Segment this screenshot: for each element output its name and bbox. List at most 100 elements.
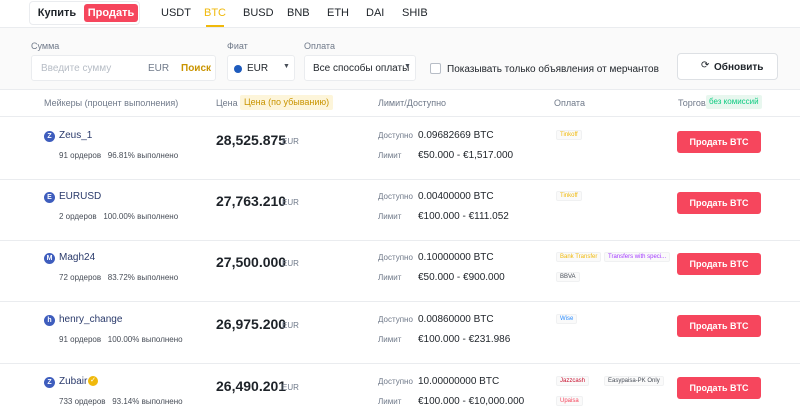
tab-btc[interactable]: BTC xyxy=(204,7,226,27)
price-currency: EUR xyxy=(282,137,299,146)
sell-btc-button[interactable]: Продать BTC xyxy=(677,253,761,275)
completion-rate: 100.00% выполнено xyxy=(107,335,183,344)
merchant-stats: 2 ордеров 100.00% выполнено xyxy=(59,212,178,221)
merchant-name[interactable]: Magh24 xyxy=(59,252,95,263)
table-row: M Magh24 72 ордеров 83.72% выполнено 27,500… xyxy=(0,240,800,302)
price-sort-badge[interactable]: Цена (по убыванию) xyxy=(240,95,334,110)
refresh-button[interactable]: ⟳ Обновить xyxy=(677,53,778,80)
chevron-down-icon: ▼ xyxy=(283,63,290,70)
available-label: Доступно xyxy=(378,315,413,324)
orders-count: 733 ордеров xyxy=(59,397,106,406)
sell-tab[interactable]: Продать xyxy=(84,4,138,22)
buy-sell-toggle: Купить Продать xyxy=(29,1,140,25)
chevron-down-icon: ▼ xyxy=(404,63,411,70)
amount-label: Сумма xyxy=(31,41,60,51)
verified-badge-icon: ✓ xyxy=(88,376,98,386)
completion-rate: 83.72% выполнено xyxy=(107,273,179,282)
table-row: E EURUSD 2 ордеров 100.00% выполнено 27,763… xyxy=(0,179,800,241)
refresh-icon: ⟳ xyxy=(701,60,710,71)
merchant-stats: 72 ордеров 83.72% выполнено xyxy=(59,273,178,282)
limit-label: Лимит xyxy=(378,212,402,221)
merchant-stats: 91 ордеров 96.81% выполнено xyxy=(59,151,178,160)
price-currency: EUR xyxy=(282,259,299,268)
merchant-name[interactable]: Zubair xyxy=(59,376,87,387)
payment-select[interactable]: Все способы оплаты ▼ xyxy=(304,55,416,81)
avatar[interactable]: Z xyxy=(44,377,55,388)
price-value: 27,500.000 xyxy=(216,254,287,270)
avatar[interactable]: M xyxy=(44,253,55,264)
limit-label: Лимит xyxy=(378,397,402,406)
payment-method-tag: Upaisa xyxy=(556,396,583,406)
price-value: 27,763.210 xyxy=(216,193,287,209)
amount-input[interactable]: Введите сумму EUR Поиск xyxy=(31,55,216,81)
makers-header: Мейкеры (процент выполнения) xyxy=(44,98,179,108)
orders-count: 91 ордеров xyxy=(59,151,102,160)
payment-method-tag: Tinkoff xyxy=(556,191,582,201)
search-button[interactable]: Поиск xyxy=(181,63,211,74)
limit-header: Лимит/Доступно xyxy=(378,98,447,108)
merchant-name[interactable]: henry_change xyxy=(59,314,122,325)
merchants-only-checkbox[interactable] xyxy=(430,63,441,74)
tab-shib[interactable]: SHIB xyxy=(402,7,428,19)
payment-method-tag: Jazzcash xyxy=(556,376,590,386)
avatar[interactable]: h xyxy=(44,315,55,326)
limit-value: €100.000 - €231.986 xyxy=(418,334,511,345)
sell-btc-button[interactable]: Продать BTC xyxy=(677,315,761,337)
price-value: 26,490.201 xyxy=(216,378,287,394)
fiat-select[interactable]: EUR ▼ xyxy=(227,55,295,81)
tab-dai[interactable]: DAI xyxy=(366,7,384,19)
price-currency: EUR xyxy=(282,198,299,207)
sell-btc-button[interactable]: Продать BTC xyxy=(677,377,761,399)
merchant-name[interactable]: EURUSD xyxy=(59,191,101,202)
available-value: 0.00400000 BTC xyxy=(418,191,494,202)
payment-method-tag: Transfers with speci... xyxy=(604,252,671,262)
sell-btc-button[interactable]: Продать BTC xyxy=(677,131,761,153)
limit-label: Лимит xyxy=(378,151,402,160)
table-header: Мейкеры (процент выполнения) Цена Цена (… xyxy=(0,90,800,117)
available-value: 0.00860000 BTC xyxy=(418,314,494,325)
payment-value: Все способы оплаты xyxy=(313,63,410,74)
avatar[interactable]: E xyxy=(44,192,55,203)
limit-value: €50.000 - €900.000 xyxy=(418,272,505,283)
no-fee-badge: без комиссий xyxy=(706,95,762,109)
limit-label: Лимит xyxy=(378,273,402,282)
payment-method-tag: Tinkoff xyxy=(556,130,582,140)
sell-btc-button[interactable]: Продать BTC xyxy=(677,192,761,214)
available-value: 10.00000000 BTC xyxy=(418,376,500,387)
limit-label: Лимит xyxy=(378,335,402,344)
price-value: 28,525.875 xyxy=(216,132,287,148)
available-label: Доступно xyxy=(378,253,413,262)
euro-flag-icon xyxy=(234,65,242,73)
orders-count: 91 ордеров xyxy=(59,335,102,344)
buy-tab[interactable]: Купить xyxy=(32,4,82,22)
price-value: 26,975.200 xyxy=(216,316,287,332)
payment-method-tag: Bank Transfer xyxy=(556,252,602,262)
limit-value: €100.000 - €10,000.000 xyxy=(418,396,525,407)
refresh-label: Обновить xyxy=(714,62,764,73)
tab-bnb[interactable]: BNB xyxy=(287,7,310,19)
completion-rate: 96.81% выполнено xyxy=(107,151,179,160)
payment-method-tag: Easypaisa-PK Only xyxy=(604,376,664,386)
payment-method-tag: Wise xyxy=(556,314,578,324)
orders-count: 72 ордеров xyxy=(59,273,102,282)
fiat-value: EUR xyxy=(247,63,269,74)
filters-panel: Сумма Введите сумму EUR Поиск Фиат EUR ▼… xyxy=(0,28,800,90)
price-currency: EUR xyxy=(282,321,299,330)
price-header: Цена xyxy=(216,98,238,108)
limit-value: €50.000 - €1,517.000 xyxy=(418,150,514,161)
merchant-stats: 91 ордеров 100.00% выполнено xyxy=(59,335,183,344)
fiat-label: Фиат xyxy=(227,41,248,51)
merchant-stats: 733 ордеров 93.14% выполнено xyxy=(59,397,183,406)
payment-label: Оплата xyxy=(304,41,335,51)
tab-busd[interactable]: BUSD xyxy=(243,7,274,19)
completion-rate: 100.00% выполнено xyxy=(103,212,179,221)
available-label: Доступно xyxy=(378,131,413,140)
limit-value: €100.000 - €111.052 xyxy=(418,211,509,222)
merchants-only-label[interactable]: Показывать только объявления от мерчанто… xyxy=(447,64,659,75)
tab-usdt[interactable]: USDT xyxy=(161,7,191,19)
table-row: Z Zeus_1 91 ордеров 96.81% выполнено 28,525… xyxy=(0,118,800,180)
avatar[interactable]: Z xyxy=(44,131,55,142)
available-label: Доступно xyxy=(378,192,413,201)
tab-eth[interactable]: ETH xyxy=(327,7,349,19)
merchant-name[interactable]: Zeus_1 xyxy=(59,130,92,141)
